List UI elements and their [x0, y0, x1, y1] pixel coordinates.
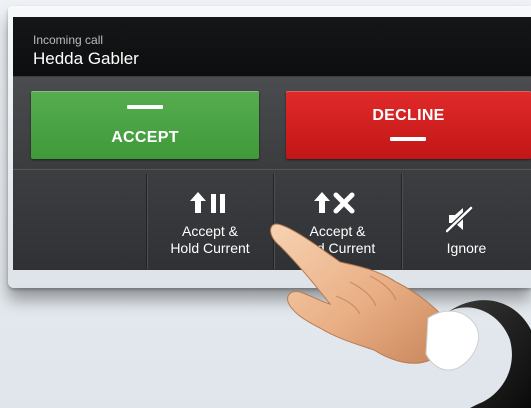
hand-pointer-icon — [270, 223, 531, 408]
